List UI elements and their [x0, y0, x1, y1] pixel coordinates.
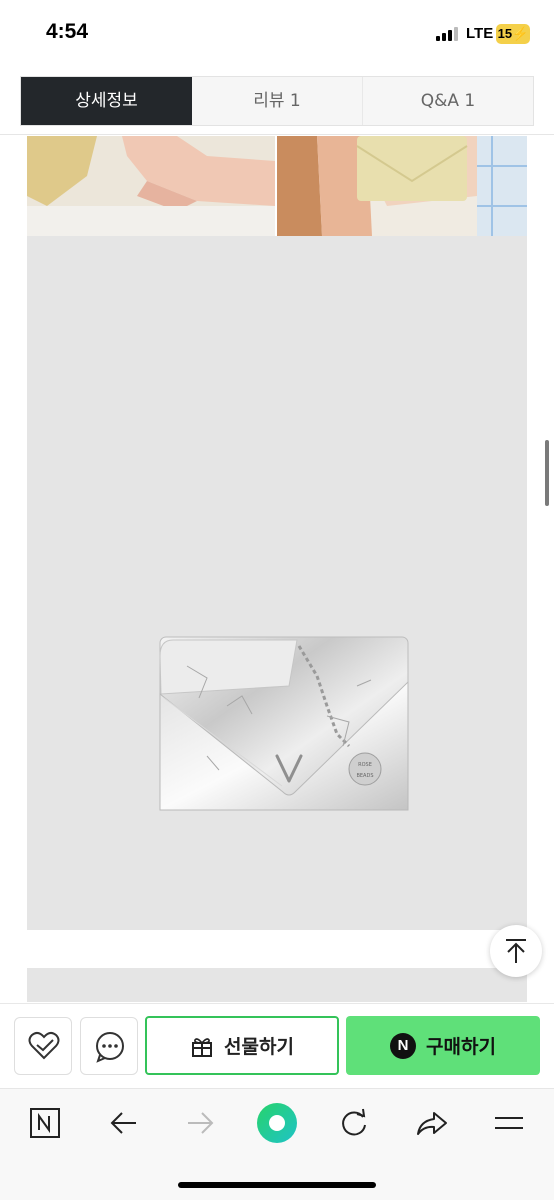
reload-icon [342, 1108, 366, 1136]
forward-button[interactable] [178, 1105, 222, 1141]
like-button[interactable] [14, 1017, 72, 1075]
medallion-text-bottom: BEADS [356, 773, 373, 779]
naver-n-icon [30, 1108, 60, 1138]
heart-check-icon [28, 1031, 60, 1060]
green-circle-icon [257, 1103, 297, 1143]
chat-bubble-icon [96, 1032, 124, 1063]
share-icon [417, 1112, 447, 1135]
detail-tabs: 상세정보 리뷰 1 Q&A 1 [20, 76, 534, 126]
talk-button[interactable] [80, 1017, 138, 1075]
buy-label: 구매하기 [426, 1036, 496, 1058]
section-gap [27, 930, 527, 968]
product-image-area: ROSE BEADS [27, 236, 527, 930]
back-arrow-icon [110, 1112, 136, 1134]
purchase-action-bar: 선물하기 N 구매하기 [0, 1003, 554, 1087]
buy-button[interactable]: N 구매하기 [346, 1016, 540, 1075]
gift-label: 선물하기 [224, 1036, 294, 1058]
naver-home-button[interactable] [22, 1105, 66, 1141]
next-image-area [27, 968, 527, 1002]
tab-qna[interactable]: Q&A 1 [362, 77, 533, 125]
battery-icon: 15⚡ [496, 24, 530, 44]
back-button[interactable] [102, 1105, 146, 1141]
model-photo-left [27, 136, 275, 236]
naver-green-button[interactable] [255, 1101, 299, 1145]
header-divider [0, 134, 554, 135]
signal-icon [436, 27, 458, 41]
arrow-up-icon [506, 939, 526, 963]
home-indicator [178, 1182, 376, 1188]
reload-button[interactable] [332, 1105, 376, 1141]
battery-level: 15 [497, 26, 513, 41]
model-photo-right [277, 136, 527, 236]
app-screen: 4:54 LTE 15⚡ 상세정보 리뷰 1 Q&A 1 ROSE BEADS … [0, 0, 554, 1200]
network-label: LTE [466, 25, 494, 42]
naver-pay-badge: N [390, 1032, 417, 1059]
tab-details[interactable]: 상세정보 [21, 77, 192, 125]
gift-button[interactable]: 선물하기 [145, 1016, 339, 1075]
scrollbar[interactable] [545, 440, 549, 506]
scroll-to-top-button[interactable] [490, 925, 542, 977]
status-time: 4:54 [46, 20, 89, 43]
share-button[interactable] [410, 1105, 454, 1141]
medallion-text-top: ROSE [358, 762, 372, 768]
gift-icon [192, 1037, 213, 1057]
tab-reviews[interactable]: 리뷰 1 [192, 77, 362, 125]
menu-icon [495, 1117, 523, 1129]
menu-button[interactable] [487, 1105, 531, 1141]
silver-card-wallet: ROSE BEADS [159, 636, 409, 811]
forward-arrow-icon [188, 1112, 214, 1134]
status-bar: 4:54 LTE 15⚡ [0, 0, 554, 70]
